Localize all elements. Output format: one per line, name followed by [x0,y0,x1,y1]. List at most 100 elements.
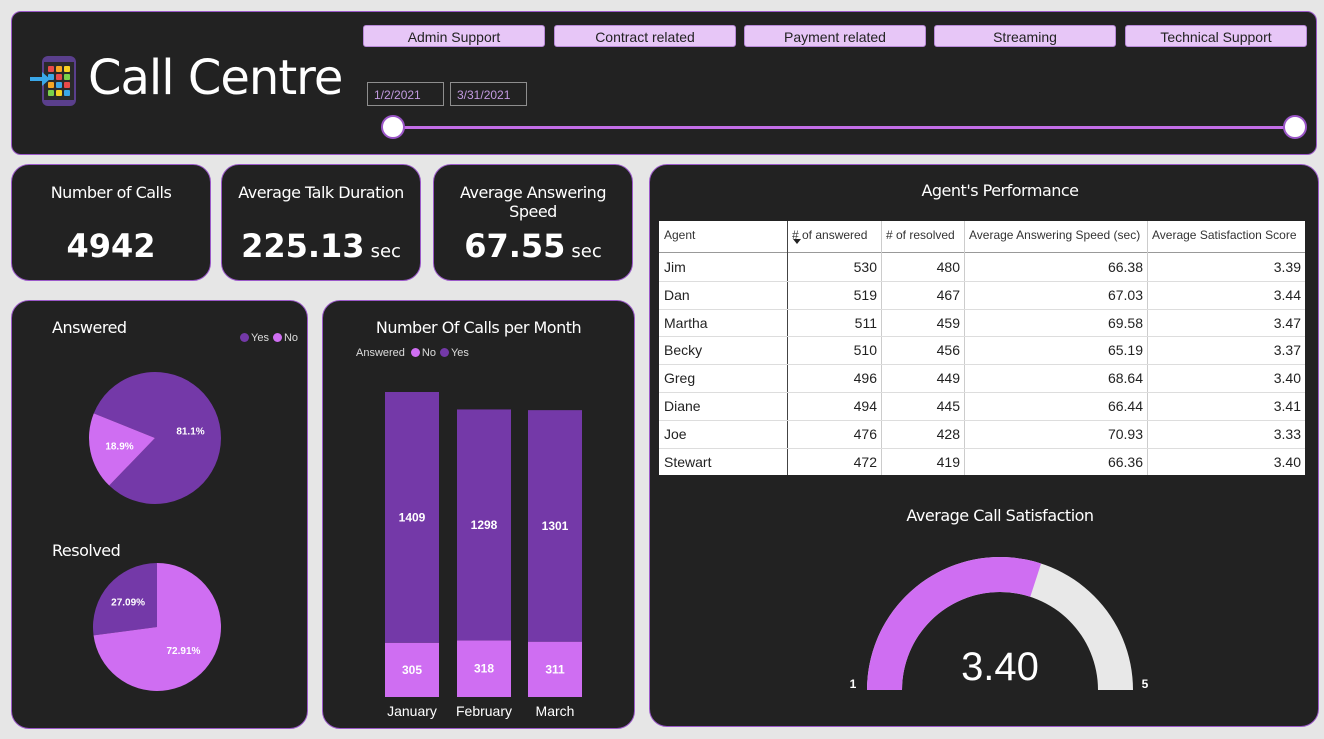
gauge-value-label: 3.40 [961,645,1039,689]
table-row-divider [659,336,1305,338]
kpi-number-of-calls: Number of Calls 4942 [11,164,211,281]
table-row-divider [659,392,1305,393]
table-header-cell[interactable]: Average Answering Speed (sec) [969,221,1142,253]
table-cell: 69.58 [1107,314,1143,331]
table-cell: 66.36 [1107,453,1143,470]
date-range-slider-track[interactable] [393,126,1295,129]
sort-desc-icon[interactable] [793,239,801,244]
kpi-average-answering-speed: Average Answering Speed 67.55 sec [433,164,633,281]
kpi-unit: sec [370,241,401,262]
answered-pie-chart: 81.1% 18.9% [88,372,221,504]
table-cell: 65.19 [1107,342,1143,359]
kpi-value: 225.13 sec [241,227,401,265]
table-cell: Joe [664,425,687,442]
table-row-divider [659,280,1305,282]
legend-yes-label: Yes [251,332,269,344]
filter-admin-support-button[interactable]: Admin Support [363,25,545,47]
bar-value-label: 305 [402,663,422,677]
app-title: Call Centre [88,50,343,106]
table-cell: 3.33 [1273,425,1301,442]
legend-yes-label: Yes [450,347,469,359]
date-range-start-handle[interactable] [381,115,405,139]
legend-title: Answered [356,347,405,359]
table-cell: 476 [853,425,877,442]
table-cell: Greg [664,370,696,387]
table-cell: 68.64 [1107,370,1143,387]
bar-value-label: 311 [545,662,565,676]
legend-no-label: No [421,347,436,359]
pie-label-yes: 81.1% [176,426,204,437]
table-cell: 467 [936,286,960,303]
legend-no-swatch [410,348,420,357]
answered-chart-title: Answered [52,318,127,337]
table-header-cell[interactable]: # of resolved [886,221,959,253]
table-row-divider [659,364,1305,366]
date-range-end-handle[interactable] [1283,115,1307,139]
legend-yes-swatch [439,348,449,357]
bar-value-label: 1301 [542,519,569,533]
kpi-label: Average Answering Speed [460,183,606,221]
table-cell: 3.44 [1273,286,1301,303]
calls-per-month-title: Number Of Calls per Month [375,318,582,337]
kpi-average-talk-duration: Average Talk Duration 225.13 sec [221,164,421,281]
table-cell: 494 [853,398,877,414]
table-cell: 496 [853,370,877,387]
table-cell: 70.93 [1107,425,1143,442]
legend-no-swatch [272,333,282,342]
table-cell: 419 [936,453,960,470]
table-cell: 480 [936,259,960,275]
table-row-divider [659,308,1305,310]
kpi-label: Average Talk Duration [238,183,404,202]
filter-technical-support-button[interactable]: Technical Support [1125,25,1307,47]
answered-legend: Yes No [236,332,298,344]
date-start-input[interactable]: 1/2/2021 [367,82,444,106]
pie-label-no: 27.09% [111,598,145,609]
kpi-label: Number of Calls [50,183,172,202]
kpi-value: 4942 [66,227,156,265]
gauge-min-label: 1 [850,677,857,691]
pie-label-yes: 72.91% [167,646,201,657]
bar-value-label: 318 [474,662,494,676]
kpi-unit: sec [571,241,602,262]
kpi-value: 67.55 sec [464,227,602,265]
legend-no-label: No [283,332,299,344]
table-cell: 459 [936,314,960,331]
table-cell: Martha [664,314,708,331]
bar-value-label: 1409 [399,510,426,524]
filter-contract-related-button[interactable]: Contract related [554,25,736,47]
average-call-satisfaction-title: Average Call Satisfaction [906,506,1094,525]
table-cell: 3.40 [1273,453,1301,470]
table-row-divider [659,419,1305,421]
table-cell: 3.39 [1273,259,1301,275]
table-header-cell[interactable]: # of answered [792,221,876,253]
table-cell: 530 [853,259,877,275]
bar-category-label: February [456,703,512,719]
table-cell: 3.40 [1273,370,1301,387]
call-centre-logo-icon [30,56,76,106]
table-row-divider [659,447,1305,449]
table-cell: 428 [936,425,960,442]
table-cell: 3.47 [1273,314,1301,331]
filter-streaming-button[interactable]: Streaming [934,25,1116,47]
calls-per-month-legend: Answered No Yes [356,347,469,359]
legend-yes-swatch [240,333,249,342]
table-cell: Stewart [664,453,712,470]
table-cell: 66.44 [1107,398,1143,414]
calls-per-month-bar-chart: 305 1409 January 318 1298 February 311 1301 Marc… [385,392,582,719]
table-cell: 472 [853,453,877,470]
pie-label-no: 18.9% [105,442,133,453]
filter-payment-related-button[interactable]: Payment related [744,25,926,47]
table-header-divider [659,252,1305,253]
bar-value-label: 1298 [471,518,498,532]
table-cell: 3.41 [1273,398,1301,414]
satisfaction-gauge: 3.40 1 5 [850,557,1149,691]
table-cell: 66.38 [1107,259,1143,275]
resolved-pie-chart: 27.09% 72.91% [93,563,221,691]
table-cell: 511 [854,314,877,331]
date-end-input[interactable]: 3/31/2021 [450,82,527,106]
table-header-cell[interactable]: Agent [664,221,782,253]
table-cell: Diane [664,398,701,414]
table-cell: 519 [853,286,877,303]
bar-category-label: March [536,703,575,719]
table-header-cell[interactable]: Average Satisfaction Score [1152,221,1300,253]
